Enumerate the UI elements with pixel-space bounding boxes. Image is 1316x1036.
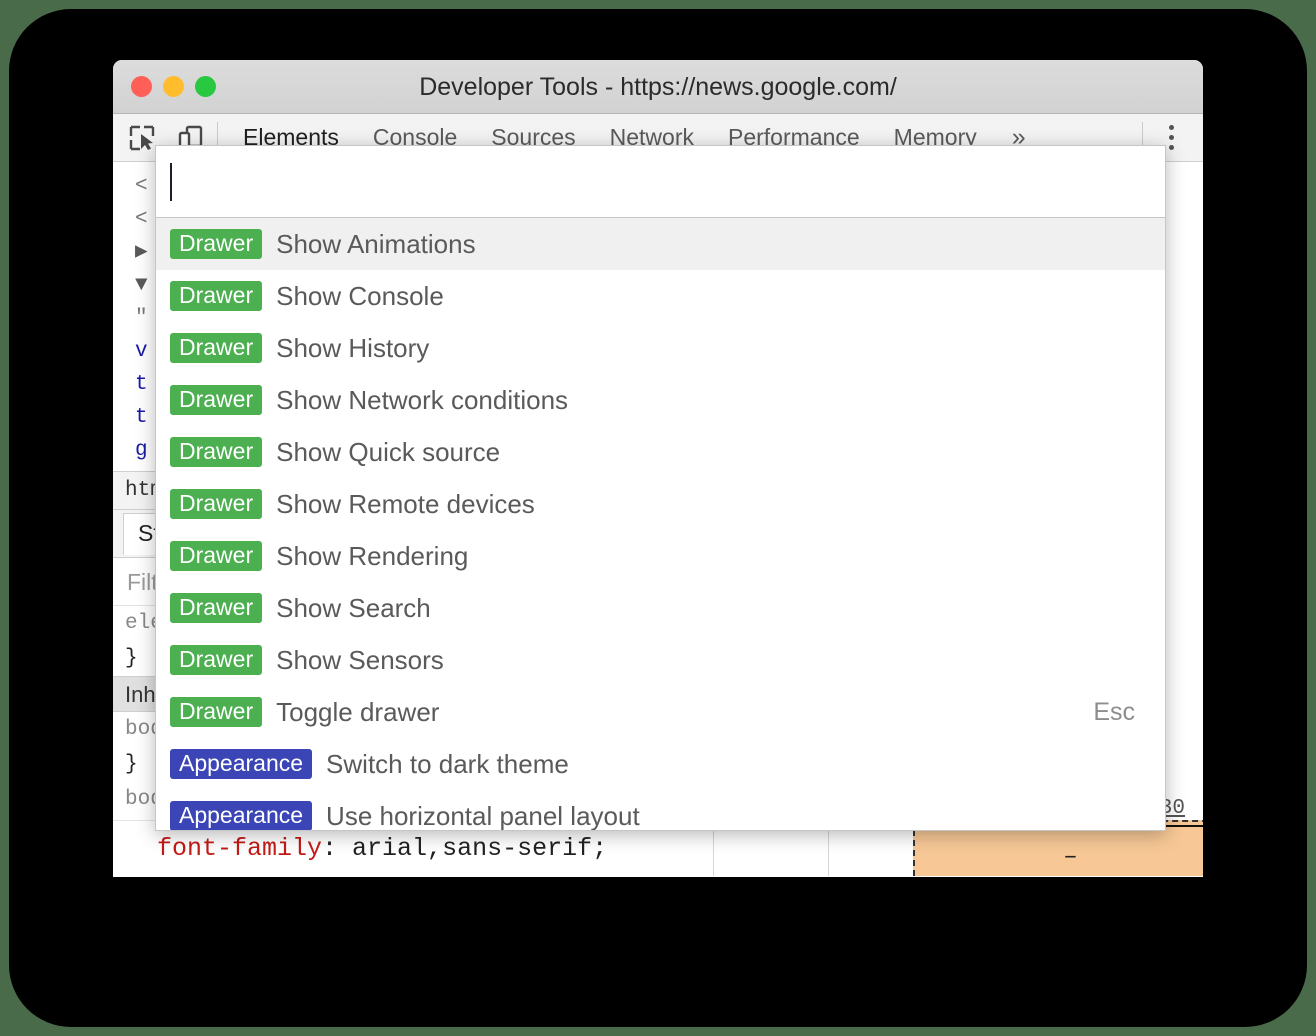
command-item-show-history[interactable]: Drawer Show History bbox=[156, 322, 1165, 374]
command-title: Switch to dark theme bbox=[326, 749, 569, 780]
dom-line-text: t bbox=[135, 406, 148, 429]
command-palette[interactable]: Drawer Show Animations Drawer Show Conso… bbox=[155, 145, 1166, 831]
dom-line-text: g bbox=[135, 439, 148, 462]
triangle-right-icon[interactable]: ▶ bbox=[135, 236, 151, 269]
command-item-show-animations[interactable]: Drawer Show Animations bbox=[156, 218, 1165, 270]
command-title: Show Sensors bbox=[276, 645, 444, 676]
command-item-show-rendering[interactable]: Drawer Show Rendering bbox=[156, 530, 1165, 582]
command-item-use-horizontal-panel-layout[interactable]: Appearance Use horizontal panel layout bbox=[156, 790, 1165, 830]
dom-line-text: v bbox=[135, 340, 148, 363]
css-colon: : bbox=[322, 834, 337, 863]
css-property-value[interactable]: arial,sans-serif; bbox=[337, 834, 607, 863]
category-badge: Drawer bbox=[170, 593, 262, 623]
command-title: Show Animations bbox=[276, 229, 475, 260]
command-palette-results[interactable]: Drawer Show Animations Drawer Show Conso… bbox=[156, 218, 1165, 830]
category-badge: Drawer bbox=[170, 437, 262, 467]
command-title: Show History bbox=[276, 333, 429, 364]
css-property-name[interactable]: font-family bbox=[157, 834, 322, 863]
triangle-down-icon[interactable]: ▼ bbox=[135, 269, 151, 302]
category-badge: Drawer bbox=[170, 489, 262, 519]
category-badge: Drawer bbox=[170, 645, 262, 675]
command-title: Toggle drawer bbox=[276, 697, 439, 728]
command-item-show-network-conditions[interactable]: Drawer Show Network conditions bbox=[156, 374, 1165, 426]
dom-line-text: < bbox=[135, 175, 148, 198]
command-title: Use horizontal panel layout bbox=[326, 801, 640, 831]
command-title: Show Rendering bbox=[276, 541, 468, 572]
command-item-switch-to-dark-theme[interactable]: Appearance Switch to dark theme bbox=[156, 738, 1165, 790]
category-badge: Drawer bbox=[170, 541, 262, 571]
command-palette-input[interactable] bbox=[172, 159, 1151, 205]
category-badge: Drawer bbox=[170, 333, 262, 363]
window-title: Developer Tools - https://news.google.co… bbox=[113, 73, 1203, 102]
box-model-value: – bbox=[915, 844, 1203, 871]
command-shortcut: Esc bbox=[1093, 698, 1151, 727]
command-title: Show Console bbox=[276, 281, 444, 312]
dom-line-text: t bbox=[135, 373, 148, 396]
dom-line-text: < bbox=[135, 208, 148, 231]
command-title: Show Network conditions bbox=[276, 385, 568, 416]
command-item-show-sensors[interactable]: Drawer Show Sensors bbox=[156, 634, 1165, 686]
command-item-show-remote-devices[interactable]: Drawer Show Remote devices bbox=[156, 478, 1165, 530]
command-item-show-quick-source[interactable]: Drawer Show Quick source bbox=[156, 426, 1165, 478]
category-badge: Drawer bbox=[170, 697, 262, 727]
category-badge: Drawer bbox=[170, 281, 262, 311]
command-title: Show Remote devices bbox=[276, 489, 535, 520]
devtools-window: Developer Tools - https://news.google.co… bbox=[113, 60, 1203, 877]
category-badge: Drawer bbox=[170, 385, 262, 415]
window-titlebar: Developer Tools - https://news.google.co… bbox=[113, 60, 1203, 114]
command-palette-input-row[interactable] bbox=[156, 146, 1165, 218]
command-title: Show Quick source bbox=[276, 437, 500, 468]
dom-line-text: " bbox=[135, 307, 148, 330]
command-item-toggle-drawer[interactable]: Drawer Toggle drawer Esc bbox=[156, 686, 1165, 738]
category-badge: Drawer bbox=[170, 229, 262, 259]
category-badge: Appearance bbox=[170, 749, 312, 779]
category-badge: Appearance bbox=[170, 801, 312, 830]
command-title: Show Search bbox=[276, 593, 431, 624]
command-item-show-console[interactable]: Drawer Show Console bbox=[156, 270, 1165, 322]
command-item-show-search[interactable]: Drawer Show Search bbox=[156, 582, 1165, 634]
